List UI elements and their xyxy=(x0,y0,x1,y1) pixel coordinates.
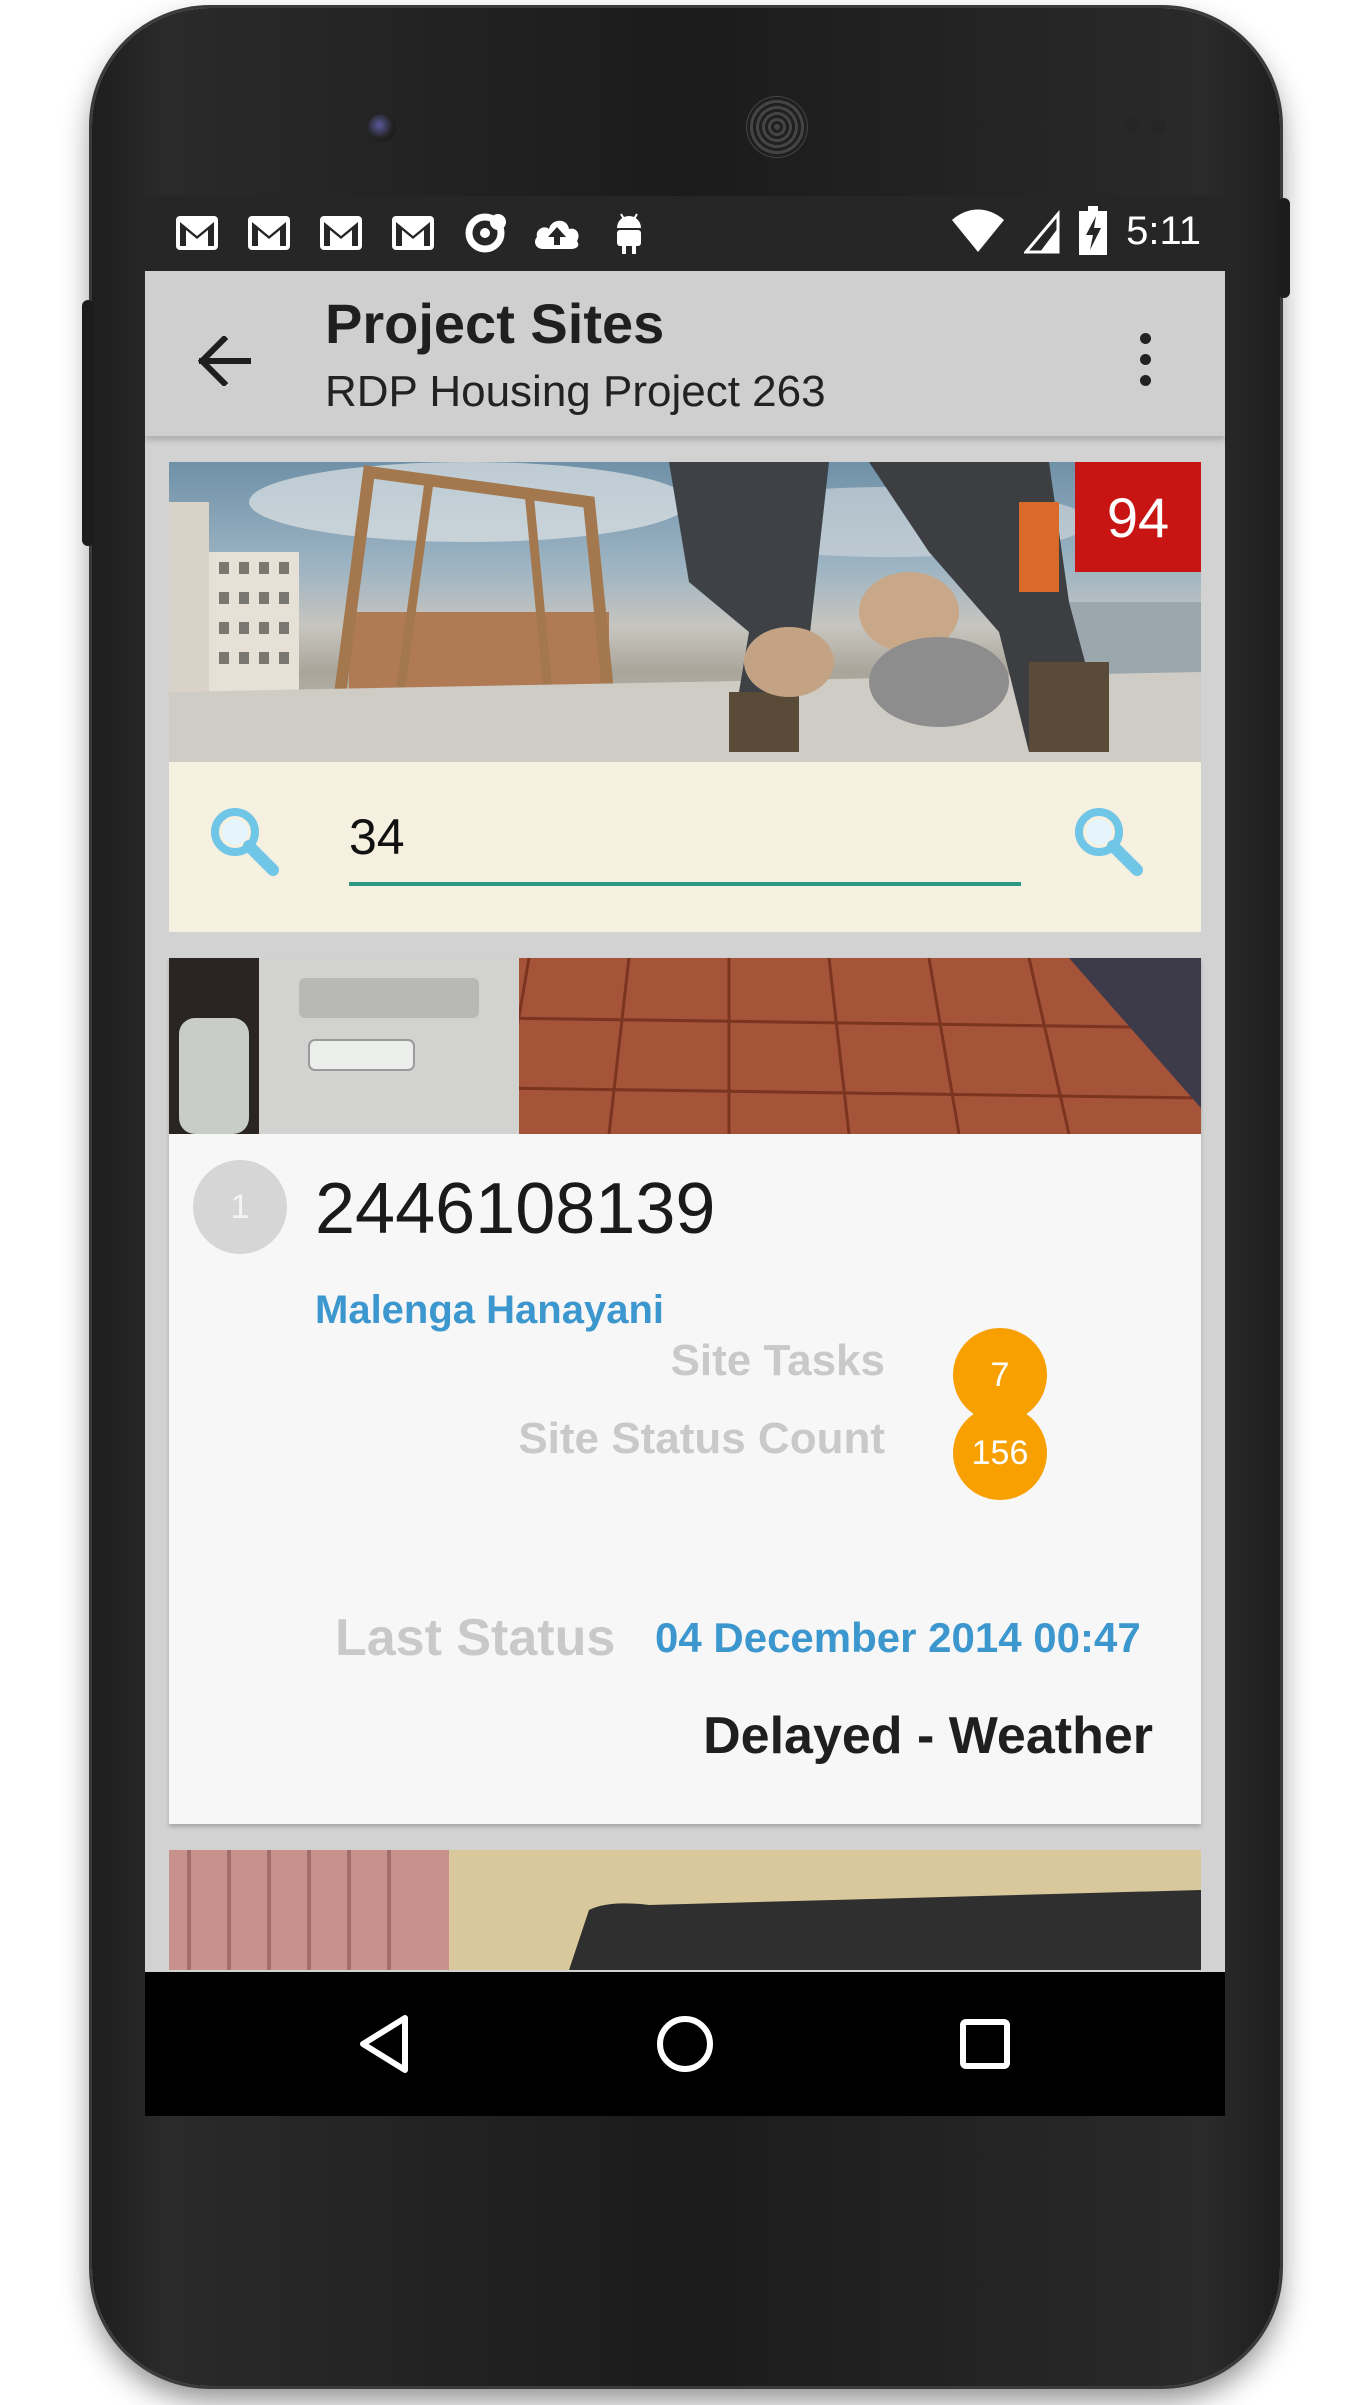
nav-back-button[interactable] xyxy=(345,2004,425,2084)
battery-charging-icon xyxy=(1079,206,1108,255)
last-status-date: 04 December 2014 00:47 xyxy=(655,1614,1141,1661)
site-status-count-badge[interactable]: 156 xyxy=(953,1406,1047,1500)
status-bar: 5:11 xyxy=(145,196,1225,271)
proximity-sensor xyxy=(1124,118,1140,134)
search-icon[interactable] xyxy=(205,802,281,883)
site-id: 2446108139 xyxy=(315,1169,716,1249)
gmail-icon xyxy=(315,210,367,256)
page-title: Project Sites xyxy=(325,292,665,355)
volume-key xyxy=(1278,198,1290,298)
arrow-back-icon xyxy=(198,336,251,386)
search-icon[interactable] xyxy=(1069,802,1145,883)
construction-photo xyxy=(169,462,1201,762)
row-number-badge: 1 xyxy=(193,1160,287,1254)
notification-icons xyxy=(171,210,655,256)
gmail-icon xyxy=(171,210,223,256)
site-photo xyxy=(169,958,1201,1134)
search-bar xyxy=(169,762,1201,932)
next-site-photo xyxy=(169,1850,1201,1970)
site-card[interactable]: 1 2446108139 Malenga Hanayani Site Tasks… xyxy=(169,958,1201,1824)
site-tasks-label: Site Tasks xyxy=(670,1336,885,1385)
more-vert-icon xyxy=(1139,332,1151,344)
circle-home-icon xyxy=(657,2016,713,2072)
gmail-icon xyxy=(387,210,439,256)
front-camera xyxy=(368,114,396,142)
site-status-count-label: Site Status Count xyxy=(518,1414,885,1463)
back-button[interactable] xyxy=(185,321,265,401)
gmail-icon xyxy=(243,210,295,256)
wifi-icon xyxy=(952,209,1005,252)
android-icon xyxy=(603,210,655,256)
site-contact-link[interactable]: Malenga Hanayani xyxy=(315,1288,664,1333)
nav-recents-button[interactable] xyxy=(945,2004,1025,2084)
next-site-card[interactable] xyxy=(169,1850,1201,1970)
last-status-value: Delayed - Weather xyxy=(703,1707,1153,1765)
project-header-card: 94 xyxy=(169,462,1201,932)
sync-icon xyxy=(459,210,511,256)
overflow-menu-button[interactable] xyxy=(1115,319,1175,399)
triangle-back-icon xyxy=(360,2015,408,2073)
app-bar: Project Sites RDP Housing Project 263 xyxy=(145,271,1225,436)
power-key xyxy=(82,300,94,546)
search-input[interactable] xyxy=(349,792,1021,886)
square-recents-icon xyxy=(960,2019,1010,2069)
site-photo-image xyxy=(169,958,1201,1134)
nav-home-button[interactable] xyxy=(645,2004,725,2084)
clock: 5:11 xyxy=(1126,208,1201,253)
page-subtitle: RDP Housing Project 263 xyxy=(325,367,826,416)
hero-image: 94 xyxy=(169,462,1201,762)
cloud-upload-icon xyxy=(531,210,583,256)
screen: 5:11 Project Sites RDP Housing Project 2… xyxy=(145,196,1225,2116)
light-sensor xyxy=(1150,118,1166,134)
system-status: 5:11 xyxy=(950,206,1201,256)
earpiece-speaker xyxy=(746,96,808,158)
last-status-label: Last Status xyxy=(335,1609,616,1667)
cellular-signal-icon xyxy=(1024,209,1060,254)
site-count-badge: 94 xyxy=(1075,462,1201,572)
navigation-bar xyxy=(145,1972,1225,2116)
